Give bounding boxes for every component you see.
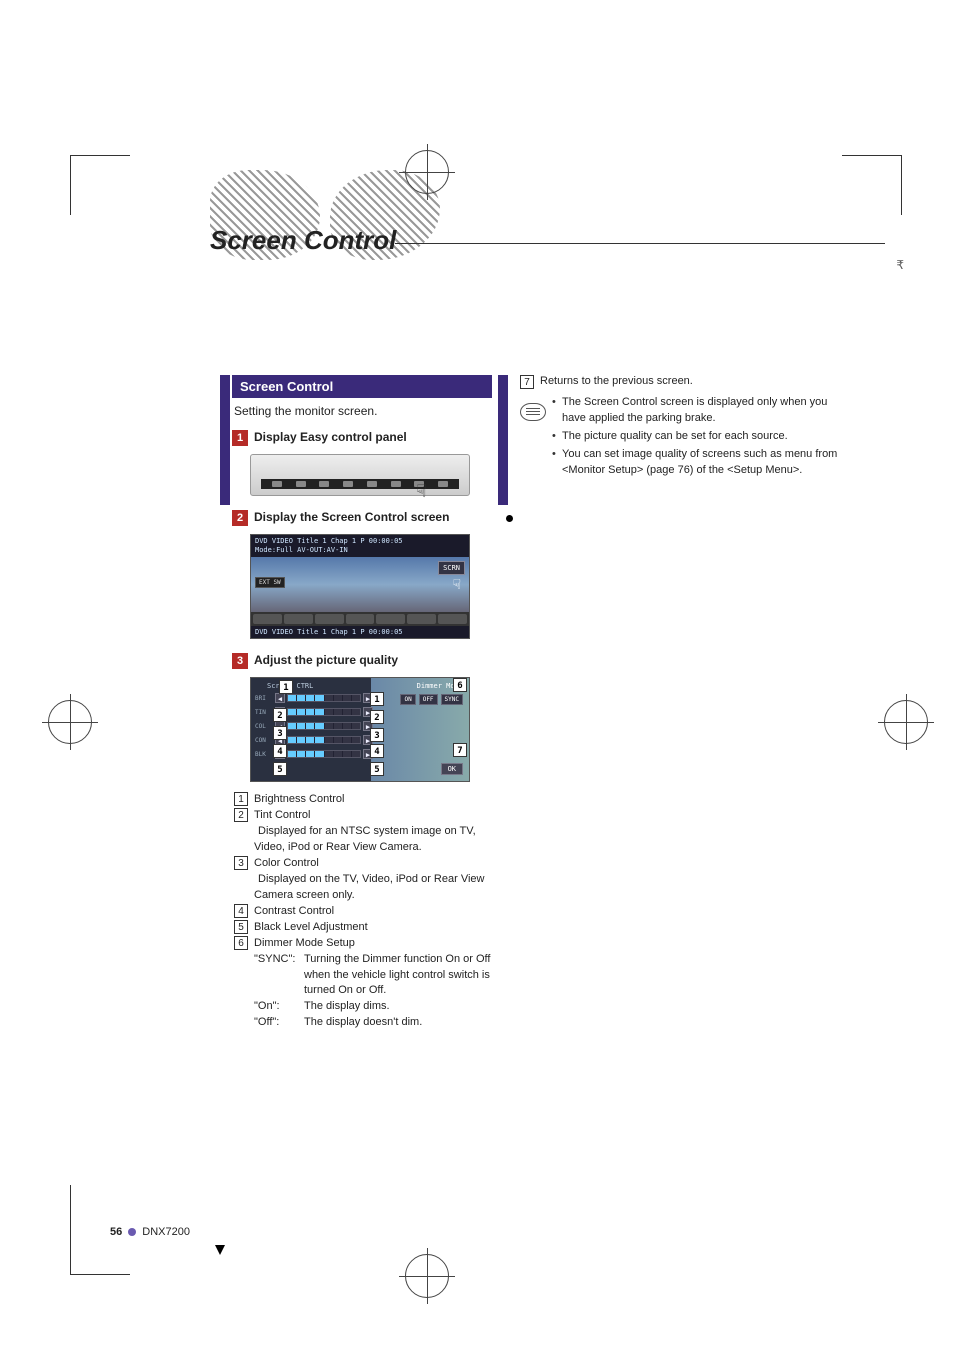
screenshot-status-line: DVD VIDEO Title 1 Chap 1 P 00:00:05 xyxy=(255,537,465,546)
callout-marker: 7 xyxy=(453,743,467,757)
step-title: Adjust the picture quality xyxy=(254,653,398,667)
step-number: 1 xyxy=(232,430,248,446)
pointer-hand-icon: ☟ xyxy=(416,481,427,502)
page-title: Screen Control xyxy=(210,225,396,256)
notes-list: The Screen Control screen is displayed o… xyxy=(552,395,850,481)
ok-button: OK xyxy=(441,763,463,775)
slider-row: BRI◀▶ xyxy=(255,693,373,703)
side-mark: ₹ xyxy=(896,258,904,272)
callout-marker: 2 xyxy=(370,710,384,724)
page-footer: 56 DNX7200 xyxy=(110,1226,190,1238)
step-number: 2 xyxy=(232,510,248,526)
panel-title: Screen CTRL xyxy=(255,682,373,690)
callout-marker: 5 xyxy=(370,762,384,776)
callout-marker: 1 xyxy=(370,692,384,706)
note-icon xyxy=(520,403,546,421)
extsw-button: EXT SW xyxy=(255,577,285,588)
scrn-button: SCRN xyxy=(438,561,465,575)
screenshot-status-line: Mode:Full AV-OUT:AV-IN xyxy=(255,546,465,555)
playback-controls xyxy=(251,612,469,626)
note-item: You can set image quality of screens suc… xyxy=(552,447,850,479)
definition-item: 2 Tint Control Displayed for an NTSC sys… xyxy=(234,808,492,856)
registration-mark xyxy=(884,700,928,744)
callout-marker: 3 xyxy=(273,726,287,740)
right-column: 7 Returns to the previous screen. The Sc… xyxy=(520,375,850,481)
definitions-list: 1 Brightness Control 2 Tint Control Disp… xyxy=(232,792,492,1031)
registration-mark xyxy=(405,1254,449,1298)
crop-mark xyxy=(70,155,130,215)
crop-mark xyxy=(842,155,902,215)
definition-item: 6 Dimmer Mode Setup "SYNC":Turning the D… xyxy=(234,936,492,1032)
bullet-dot xyxy=(506,515,513,522)
screenshot-status-line: DVD VIDEO Title 1 Chap 1 P 00:00:05 xyxy=(251,626,469,638)
callout-marker: 4 xyxy=(370,744,384,758)
registration-mark xyxy=(405,150,449,194)
callout-marker: 2 xyxy=(273,708,287,722)
definition-item: 4 Contrast Control xyxy=(234,904,492,920)
callout-marker: 4 xyxy=(273,744,287,758)
registration-mark xyxy=(48,700,92,744)
continue-arrow-icon xyxy=(215,1245,225,1255)
page-number: 56 xyxy=(110,1226,122,1238)
definition-item: 1 Brightness Control xyxy=(234,792,492,808)
definition-item: 5 Black Level Adjustment xyxy=(234,920,492,936)
accent-bar xyxy=(498,375,508,505)
easy-control-panel-illustration: ☟ xyxy=(250,454,470,496)
step: 2 Display the Screen Control screen DVD … xyxy=(232,510,492,639)
pointer-hand-icon: ☟ xyxy=(453,577,461,593)
step: 3 Adjust the picture quality Screen CTRL… xyxy=(232,653,492,782)
step-number: 3 xyxy=(232,653,248,669)
note-item: The Screen Control screen is displayed o… xyxy=(552,395,850,427)
callout-marker: 3 xyxy=(370,728,384,742)
step-title: Display Easy control panel xyxy=(254,430,407,444)
model-name: DNX7200 xyxy=(142,1226,190,1238)
callout-marker: 1 xyxy=(279,680,293,694)
step-title: Display the Screen Control screen xyxy=(254,510,449,524)
left-column: Screen Control Setting the monitor scree… xyxy=(232,375,492,1031)
accent-bar xyxy=(220,375,230,505)
definition-item: 7 Returns to the previous screen. xyxy=(520,375,850,389)
screen-control-screenshot: DVD VIDEO Title 1 Chap 1 P 00:00:05 Mode… xyxy=(250,534,470,639)
definition-item: 3 Color Control Displayed on the TV, Vid… xyxy=(234,856,492,904)
lead-text: Setting the monitor screen. xyxy=(232,404,492,418)
callout-marker: 6 xyxy=(453,678,467,692)
picture-quality-screenshot: Screen CTRL BRI◀▶ TIN◀▶ COL◀▶ CON◀▶ BLK◀… xyxy=(250,677,470,782)
step: 1 Display Easy control panel ☟ xyxy=(232,430,492,496)
dimmer-mode-options: ON OFF SYNC xyxy=(400,694,463,705)
section-heading: Screen Control xyxy=(232,375,492,398)
callout-marker: 5 xyxy=(273,762,287,776)
note-item: The picture quality can be set for each … xyxy=(552,429,850,445)
footer-dot-icon xyxy=(128,1228,136,1236)
title-rule xyxy=(395,243,885,244)
